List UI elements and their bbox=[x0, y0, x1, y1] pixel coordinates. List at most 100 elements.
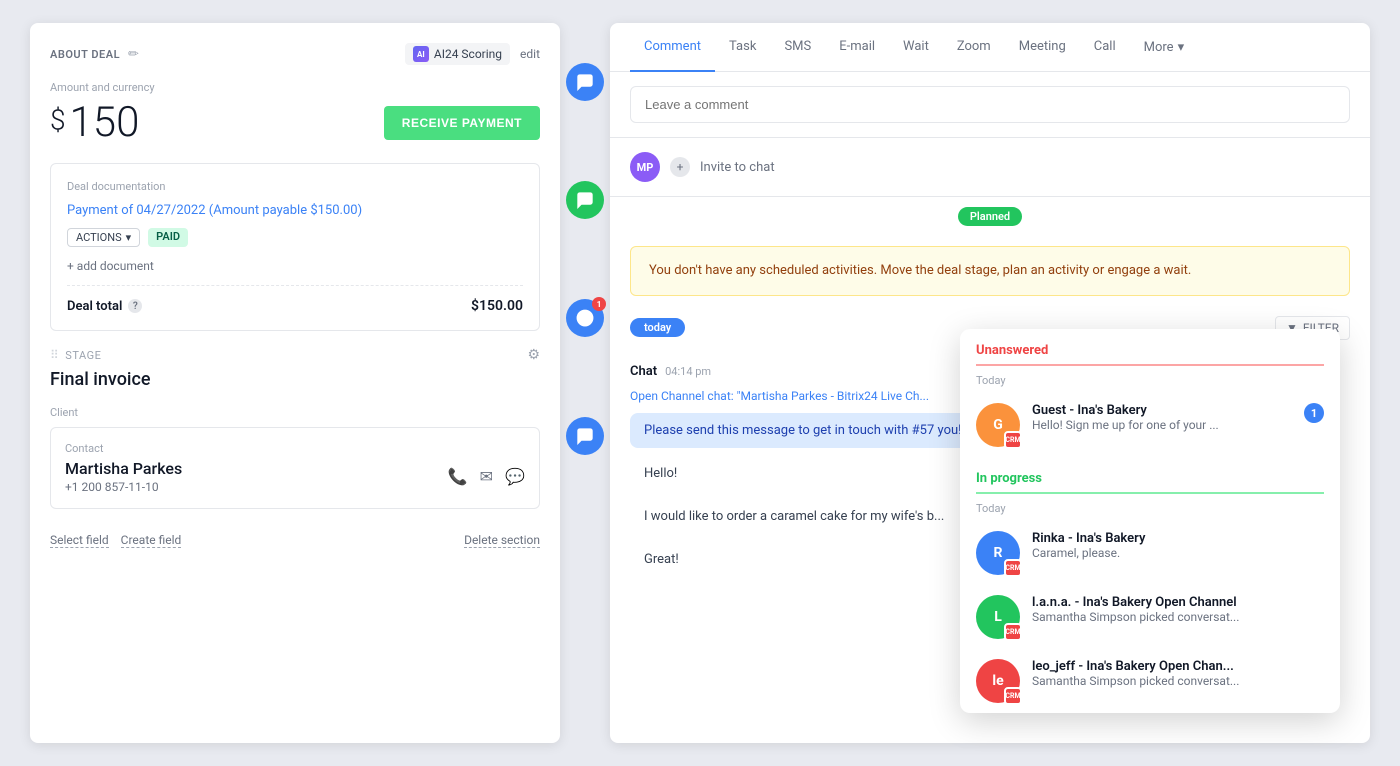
contact-phone: +1 200 857-11-10 bbox=[65, 480, 182, 494]
chat-time: 04:14 pm bbox=[665, 365, 711, 378]
crm-badge: CRM bbox=[1004, 559, 1022, 577]
contact-name: Martisha Parkes +1 200 857-11-10 bbox=[65, 459, 182, 494]
chat-icon[interactable]: 💬 bbox=[505, 467, 525, 486]
deal-total-value: $150.00 bbox=[471, 298, 523, 314]
chat-list-item-leojeff[interactable]: le CRM leo_jeff - Ina's Bakery Open Chan… bbox=[960, 649, 1340, 713]
bottom-left-links: Select field Create field bbox=[50, 533, 181, 548]
amount-display: $ 150 bbox=[50, 98, 139, 147]
timeline-icon-chat2 bbox=[566, 417, 604, 455]
ai-scoring-badge: AI AI24 Scoring bbox=[405, 43, 510, 65]
contact-icons: 📞 ✉ 💬 bbox=[448, 467, 525, 486]
deal-total-label: Deal total ? bbox=[67, 299, 142, 314]
payment-link[interactable]: Payment of 04/27/2022 (Amount payable $1… bbox=[67, 203, 523, 218]
ai-icon: AI bbox=[413, 46, 429, 62]
timeline-icon-info: 1 bbox=[566, 299, 604, 337]
chat-item-name-guest: Guest - Ina's Bakery bbox=[1032, 403, 1292, 418]
badge-row: ACTIONS ▾ PAID bbox=[67, 228, 523, 247]
tab-sms[interactable]: SMS bbox=[770, 23, 825, 72]
chat-item-preview-lana: Samantha Simpson picked conversat... bbox=[1032, 610, 1324, 624]
chat-item-content-guest: Guest - Ina's Bakery Hello! Sign me up f… bbox=[1032, 403, 1292, 432]
email-icon[interactable]: ✉ bbox=[480, 467, 493, 486]
actions-badge[interactable]: ACTIONS ▾ bbox=[67, 228, 140, 247]
unanswered-section-label: Unanswered bbox=[960, 329, 1340, 364]
in-progress-section-label: In progress bbox=[960, 457, 1340, 492]
contact-row: Martisha Parkes +1 200 857-11-10 📞 ✉ 💬 bbox=[65, 459, 525, 494]
deal-doc-section: Deal documentation Payment of 04/27/2022… bbox=[50, 163, 540, 331]
user-avatar: MP bbox=[630, 152, 660, 182]
create-field-link[interactable]: Create field bbox=[121, 533, 182, 548]
amount-section: Amount and currency $ 150 RECEIVE PAYMEN… bbox=[50, 81, 540, 147]
tab-zoom[interactable]: Zoom bbox=[943, 23, 1005, 72]
planned-badge: Planned bbox=[958, 207, 1022, 226]
client-label: Client bbox=[50, 406, 540, 419]
actions-label: ACTIONS bbox=[76, 231, 122, 244]
tab-wait[interactable]: Wait bbox=[889, 23, 943, 72]
chat-item-name-lana: l.a.n.a. - Ina's Bakery Open Channel bbox=[1032, 595, 1324, 610]
chat-avatar-leojeff: le CRM bbox=[976, 659, 1020, 703]
chat-item-preview-rinka: Caramel, please. bbox=[1032, 546, 1324, 560]
currency-symbol: $ bbox=[50, 104, 66, 137]
tab-task[interactable]: Task bbox=[715, 23, 770, 72]
timeline-col: 1 bbox=[560, 23, 610, 743]
planned-info-box: You don't have any scheduled activities.… bbox=[630, 246, 1350, 296]
timeline-icon-chat bbox=[566, 63, 604, 101]
plus-icon[interactable]: + bbox=[670, 157, 690, 177]
today-badge: today bbox=[630, 318, 685, 337]
deal-total-row: Deal total ? $150.00 bbox=[67, 298, 523, 314]
chat-dropdown: Unanswered Today G CRM Guest - Ina's Bak… bbox=[960, 329, 1340, 713]
invite-text: Invite to chat bbox=[700, 160, 775, 175]
select-field-link[interactable]: Select field bbox=[50, 533, 109, 548]
delete-section-link[interactable]: Delete section bbox=[464, 533, 540, 548]
crm-badge: CRM bbox=[1004, 623, 1022, 641]
in-progress-divider bbox=[976, 492, 1324, 494]
badge-dot: 1 bbox=[592, 297, 606, 311]
tab-comment[interactable]: Comment bbox=[630, 23, 715, 72]
deal-doc-label: Deal documentation bbox=[67, 180, 523, 193]
tab-call[interactable]: Call bbox=[1080, 23, 1130, 72]
more-label: More bbox=[1144, 40, 1174, 55]
invite-row: MP + Invite to chat bbox=[610, 138, 1370, 197]
chat-item-preview-leojeff: Samantha Simpson picked conversat... bbox=[1032, 674, 1324, 688]
tab-more[interactable]: More ▾ bbox=[1130, 24, 1198, 71]
timeline-icon-invite bbox=[566, 181, 604, 219]
add-document-link[interactable]: + add document bbox=[67, 259, 523, 273]
comment-input[interactable] bbox=[630, 86, 1350, 123]
in-progress-today-label: Today bbox=[960, 502, 1340, 521]
chat-avatar-guest: G CRM bbox=[976, 403, 1020, 447]
unanswered-today-label: Today bbox=[960, 374, 1340, 393]
about-deal-title: ABOUT DEAL bbox=[50, 48, 120, 61]
chat-item-content-rinka: Rinka - Ina's Bakery Caramel, please. bbox=[1032, 531, 1324, 560]
drag-icon: ⠿ bbox=[50, 348, 59, 362]
stage-section: ⠿ Stage ⚙ Final invoice bbox=[50, 347, 540, 390]
tab-meeting[interactable]: Meeting bbox=[1005, 23, 1080, 72]
crm-badge: CRM bbox=[1004, 431, 1022, 449]
phone-icon[interactable]: 📞 bbox=[448, 467, 468, 486]
chevron-down-icon: ▾ bbox=[126, 231, 132, 244]
amount-label: Amount and currency bbox=[50, 81, 540, 94]
chat-item-preview-guest: Hello! Sign me up for one of your ... bbox=[1032, 418, 1292, 432]
unanswered-divider bbox=[976, 364, 1324, 366]
chat-list-item-lana[interactable]: L CRM l.a.n.a. - Ina's Bakery Open Chann… bbox=[960, 585, 1340, 649]
help-icon: ? bbox=[128, 299, 142, 313]
chat-avatar-rinka: R CRM bbox=[976, 531, 1020, 575]
about-deal-header: ABOUT DEAL ✏ AI AI24 Scoring edit bbox=[50, 43, 540, 65]
about-deal-right: AI AI24 Scoring edit bbox=[405, 43, 540, 65]
tab-email[interactable]: E-mail bbox=[825, 23, 889, 72]
receive-payment-button[interactable]: RECEIVE PAYMENT bbox=[384, 106, 540, 140]
crm-badge: CRM bbox=[1004, 687, 1022, 705]
gear-icon[interactable]: ⚙ bbox=[527, 347, 540, 363]
stage-label: ⠿ Stage bbox=[50, 348, 101, 362]
contact-card: Contact Martisha Parkes +1 200 857-11-10… bbox=[50, 427, 540, 509]
about-deal-left: ABOUT DEAL ✏ bbox=[50, 47, 139, 62]
edit-pencil-icon[interactable]: ✏ bbox=[128, 47, 139, 62]
chat-title: Chat bbox=[630, 364, 657, 379]
chat-list-item-rinka[interactable]: R CRM Rinka - Ina's Bakery Caramel, plea… bbox=[960, 521, 1340, 585]
chat-list-item-guest[interactable]: G CRM Guest - Ina's Bakery Hello! Sign m… bbox=[960, 393, 1340, 457]
bottom-actions: Select field Create field Delete section bbox=[50, 525, 540, 548]
edit-link[interactable]: edit bbox=[520, 47, 540, 61]
amount-row: $ 150 RECEIVE PAYMENT bbox=[50, 98, 540, 147]
tabs-bar: Comment Task SMS E-mail Wait Zoom Meetin… bbox=[610, 23, 1370, 72]
amount-value: 150 bbox=[70, 98, 140, 147]
paid-badge: PAID bbox=[148, 228, 188, 247]
chat-avatar-lana: L CRM bbox=[976, 595, 1020, 639]
